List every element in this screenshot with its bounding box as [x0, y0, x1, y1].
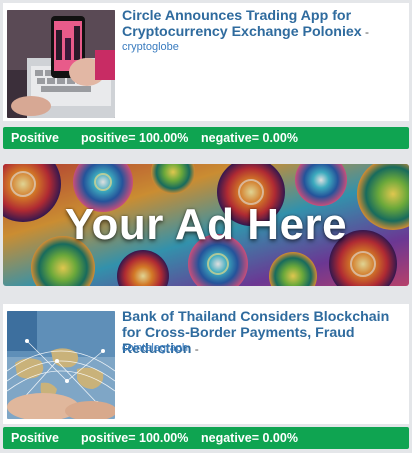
title-separator: -	[361, 25, 370, 39]
sentiment-bar: Positive positive= 100.00% negative= 0.0…	[3, 427, 409, 449]
sentiment-label: Positive	[11, 431, 59, 445]
positive-score: positive= 100.00%	[81, 131, 189, 145]
article-headline: Circle Announces Trading App for Cryptoc…	[122, 8, 406, 40]
positive-score: positive= 100.00%	[81, 431, 189, 445]
ad-banner[interactable]: Your Ad Here	[3, 164, 409, 286]
news-feed-page: Circle Announces Trading App for Cryptoc…	[0, 0, 412, 453]
laptop-phone-photo-icon	[7, 10, 115, 118]
article-source-link[interactable]: cointelegraph	[122, 342, 402, 354]
article-title-link[interactable]: Circle Announces Trading App for Cryptoc…	[122, 8, 362, 40]
article-thumbnail[interactable]	[7, 10, 115, 118]
article-source-link[interactable]: cryptoglobe	[122, 41, 402, 53]
news-card: Bank of Thailand Considers Blockchain fo…	[3, 304, 409, 424]
negative-score: negative= 0.00%	[201, 431, 298, 445]
negative-score: negative= 0.00%	[201, 131, 298, 145]
sentiment-bar: Positive positive= 100.00% negative= 0.0…	[3, 127, 409, 149]
ad-text: Your Ad Here	[64, 200, 348, 249]
article-thumbnail[interactable]	[7, 311, 115, 419]
sentiment-label: Positive	[11, 131, 59, 145]
world-map-network-photo-icon	[7, 311, 115, 419]
news-card: Circle Announces Trading App for Cryptoc…	[3, 3, 409, 121]
